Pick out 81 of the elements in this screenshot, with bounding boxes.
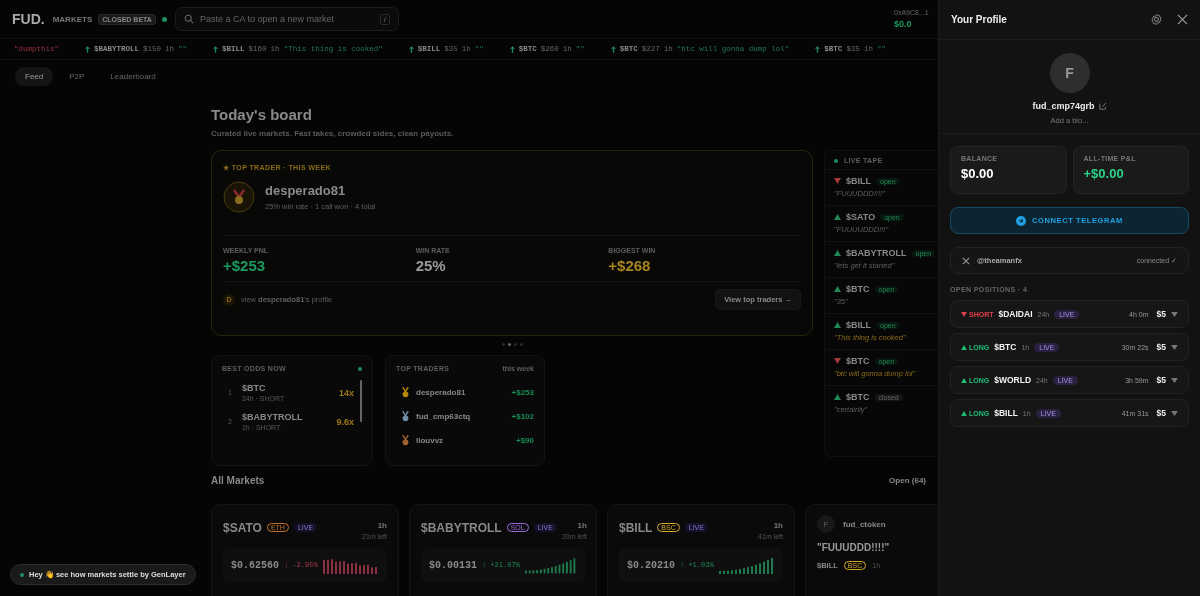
- trader-pnl: +$253: [511, 388, 534, 397]
- page-subtitle: Curated live markets. Fast takes, crowded sides, clean payouts.: [211, 129, 455, 138]
- trader-name: desperado81: [265, 183, 347, 198]
- market-ticker: $BILL: [619, 520, 653, 535]
- market-ticker[interactable]: $BTC: [846, 356, 870, 366]
- market-ticker[interactable]: $SATO: [846, 212, 876, 222]
- carousel-dot[interactable]: [513, 343, 517, 346]
- market-ticker: $WORLD: [994, 375, 1032, 385]
- stat-value: +$0.00: [1083, 166, 1125, 181]
- stake-amount: $5: [1156, 408, 1166, 418]
- page-title: Today's board: [211, 106, 313, 123]
- market-ticker[interactable]: $BILL: [846, 176, 871, 186]
- stat-value: $0.00: [961, 166, 995, 181]
- author-name[interactable]: fud_ctoken: [843, 519, 886, 529]
- section-label: MARKETS: [52, 14, 93, 24]
- wallet-balance: $0.0: [894, 19, 912, 29]
- carousel-dot[interactable]: [519, 343, 523, 346]
- sparkline-chart: [719, 556, 775, 574]
- avatar: F: [1049, 53, 1090, 93]
- market-ticker: $BABYTROLL: [421, 520, 502, 535]
- duration-label: 1h: [773, 521, 783, 530]
- market-ticker[interactable]: $BILL: [846, 320, 871, 330]
- panel-title: Your Profile: [951, 14, 1008, 25]
- price-value: $0.20210: [627, 559, 675, 571]
- shortcut-key: /: [379, 13, 390, 25]
- status-dot: [20, 572, 24, 577]
- search-icon: [183, 14, 194, 24]
- market-ticker: $BILL: [994, 408, 1018, 418]
- username: fud_cmp74grb: [1032, 101, 1095, 111]
- carousel-dot[interactable]: [501, 343, 505, 346]
- trader-name[interactable]: desperado81: [416, 388, 506, 397]
- filter-tab[interactable]: Open (64): [889, 476, 926, 485]
- duration-label: 1h: [577, 521, 587, 530]
- x-logo-icon: [962, 256, 970, 265]
- market-ticker: $SATO: [223, 520, 262, 535]
- market-ticker: $BTC: [994, 342, 1017, 352]
- search-bar[interactable]: Paste a CA to open a new market /: [174, 7, 399, 31]
- stake-amount: $5: [1156, 342, 1166, 352]
- odds-value: 9.6x: [336, 416, 354, 427]
- market-ticker[interactable]: $BABYTROLL: [846, 248, 907, 258]
- trader-name[interactable]: llouvvz: [416, 436, 510, 445]
- paper-plane-icon: [1016, 215, 1027, 226]
- trader-pnl: +$102: [511, 412, 534, 421]
- close-icon[interactable]: [1177, 14, 1188, 25]
- tab[interactable]: Leaderboard: [100, 67, 166, 86]
- odds-value: 14x: [338, 387, 354, 398]
- stat-value: 25%: [415, 257, 447, 274]
- caret-icon[interactable]: [1171, 311, 1178, 317]
- live-dot: [358, 366, 362, 371]
- tab[interactable]: P2P: [59, 67, 95, 86]
- caret-icon[interactable]: [1171, 377, 1178, 383]
- duration-label: 1h: [377, 521, 387, 530]
- tab[interactable]: Feed: [15, 67, 54, 86]
- stat-value: +$253: [223, 257, 267, 274]
- market-ticker: $DAIDAI: [998, 309, 1033, 319]
- sparkline-chart: [524, 556, 577, 574]
- price-value: $0.00131: [429, 559, 477, 571]
- price-value: $0.62560: [231, 559, 279, 571]
- caret-icon[interactable]: [1171, 410, 1178, 416]
- search-field[interactable]: Paste a CA to open a new market: [199, 14, 374, 24]
- scrollbar[interactable]: [360, 380, 362, 422]
- stake-amount: $5: [1156, 375, 1166, 385]
- medal-icon: [223, 181, 255, 213]
- live-dot: [834, 158, 838, 163]
- status-dot: [161, 16, 167, 22]
- market-ticker[interactable]: $BTC: [846, 284, 870, 294]
- stat-value: +$268: [608, 257, 652, 274]
- stake-amount: $5: [1156, 309, 1166, 319]
- market-ticker[interactable]: $BTC: [846, 392, 870, 402]
- carousel-dot[interactable]: [507, 343, 511, 346]
- market-ticker[interactable]: $BTC: [241, 383, 329, 393]
- settings-icon[interactable]: [1150, 13, 1163, 26]
- caret-icon[interactable]: [1171, 344, 1178, 350]
- trader-name[interactable]: fud_cmp63ctq: [416, 412, 506, 421]
- trader-pnl: +$90: [515, 436, 534, 445]
- sparkline-chart: [323, 556, 379, 574]
- market-ticker[interactable]: $BABYTROLL: [241, 412, 327, 422]
- post-quote: "FUUUDDD!!!!": [817, 542, 891, 553]
- logo[interactable]: FUD.: [12, 11, 45, 27]
- edit-icon[interactable]: [1098, 102, 1107, 110]
- section-title: All Markets: [211, 475, 265, 486]
